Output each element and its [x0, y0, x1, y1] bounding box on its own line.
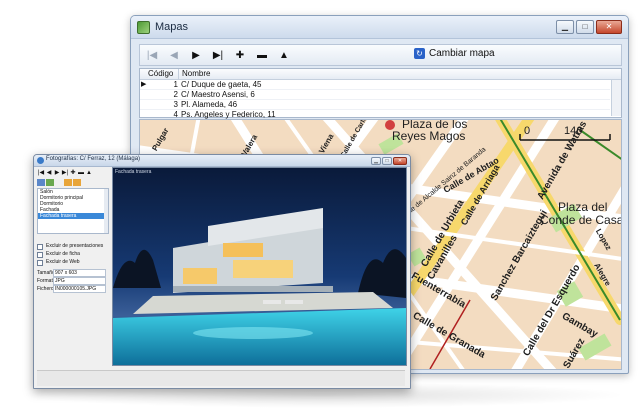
- delete-photo-button[interactable]: ▬: [77, 169, 85, 177]
- last-photo-button[interactable]: ▶|: [61, 169, 69, 177]
- maps-window-title: Mapas: [155, 21, 189, 33]
- column-codigo[interactable]: Código: [148, 69, 178, 79]
- close-button[interactable]: ✕: [596, 20, 622, 34]
- last-record-button[interactable]: ▶|: [208, 46, 228, 65]
- photos-window-title: Fotografías: C/ Ferraz, 12 (Málaga): [46, 156, 141, 162]
- first-photo-button[interactable]: |◀: [37, 169, 45, 177]
- cell-codigo: 2: [173, 90, 178, 99]
- table-row[interactable]: 2 C/ Maestro Asensi, 6: [140, 90, 610, 100]
- refresh-icon: ↻: [414, 48, 425, 59]
- next-photo-button[interactable]: ▶: [53, 169, 61, 177]
- field-value[interactable]: JPG: [53, 277, 106, 285]
- addresses-grid: Código Nombre ▶ 1 C/ Duque de gaeta, 45 …: [139, 68, 622, 120]
- room-list-scrollbar[interactable]: [104, 189, 108, 233]
- paste-icon[interactable]: [55, 179, 63, 186]
- prev-record-button[interactable]: ◀: [164, 46, 184, 65]
- checkbox-box[interactable]: [37, 259, 43, 266]
- open-icon[interactable]: [37, 179, 45, 186]
- next-record-button[interactable]: ▶: [186, 46, 206, 65]
- house-photo[interactable]: Fachada trasera: [112, 167, 407, 366]
- cell-codigo: 4: [173, 110, 178, 119]
- cell-codigo: 3: [173, 100, 178, 109]
- exclude-sheet-checkbox[interactable]: Excluir de ficha: [37, 251, 110, 258]
- cell-codigo: 1: [173, 80, 178, 89]
- field-value[interactable]: IN000000105.JPG: [53, 285, 106, 293]
- move-up-button[interactable]: ▲: [85, 169, 93, 177]
- file-field: Fichero IN000000105.JPG: [37, 285, 110, 293]
- field-label: Formato: [37, 278, 56, 284]
- field-label: Tamaño: [37, 270, 55, 276]
- minimize-button[interactable]: ▁: [556, 20, 574, 34]
- column-nombre[interactable]: Nombre: [178, 69, 210, 79]
- checkbox-box[interactable]: [37, 243, 43, 250]
- photo-properties: Tamaño 907 x 603 Formato JPG Fichero IN0…: [37, 269, 110, 293]
- photo-details-panel: |◀ ◀ ▶ ▶| ✚ ▬ ▲ Salón Dormitorio princip…: [37, 169, 110, 369]
- map-label: Conde de Casal: [540, 213, 622, 227]
- change-map-label: Cambiar mapa: [429, 48, 495, 59]
- checkbox-label: Excluir de Web: [46, 259, 80, 265]
- cell-nombre: Ps. Angeles y Federico, 11: [181, 110, 276, 119]
- grid-header: Código Nombre: [140, 69, 621, 80]
- image-icon[interactable]: [46, 179, 54, 186]
- exclude-presentations-checkbox[interactable]: Excluir de presentaciones: [37, 243, 110, 250]
- size-field: Tamaño 907 x 603: [37, 269, 110, 277]
- checkbox-box[interactable]: [37, 251, 43, 258]
- field-label: Fichero: [37, 286, 54, 292]
- cell-nombre: Pl. Alameda, 46: [181, 100, 238, 109]
- table-row[interactable]: 3 Pl. Alameda, 46: [140, 100, 610, 110]
- close-button[interactable]: ✕: [393, 157, 407, 165]
- map-label: Reyes Magos: [392, 129, 466, 143]
- photos-titlebar[interactable]: Fotografías: C/ Ferraz, 12 (Málaga) ▁ □ …: [34, 155, 410, 167]
- photo-tools: [37, 179, 110, 187]
- checkbox-label: Excluir de presentaciones: [46, 243, 104, 249]
- exclude-web-checkbox[interactable]: Excluir de Web: [37, 259, 110, 266]
- maximize-button[interactable]: □: [382, 157, 392, 165]
- photos-window: Fotografías: C/ Ferraz, 12 (Málaga) ▁ □ …: [33, 154, 411, 389]
- photos-navigator: |◀ ◀ ▶ ▶| ✚ ▬ ▲: [37, 169, 110, 178]
- map-label: Plaza del: [558, 200, 608, 214]
- delete-record-button[interactable]: ▬: [252, 46, 272, 65]
- list-item-selected[interactable]: Fachada trasera: [38, 213, 108, 219]
- first-record-button[interactable]: |◀: [142, 46, 162, 65]
- maximize-button[interactable]: □: [576, 20, 594, 34]
- maps-navigator: |◀ ◀ ▶ ▶| ✚ ▬ ▲ ↻ Cambiar mapa: [139, 44, 622, 66]
- map-app-icon: [137, 21, 150, 34]
- change-map-button[interactable]: ↻ Cambiar mapa: [414, 48, 495, 59]
- folder-icon[interactable]: [64, 179, 72, 186]
- add-photo-button[interactable]: ✚: [69, 169, 77, 177]
- prev-photo-button[interactable]: ◀: [45, 169, 53, 177]
- maps-titlebar[interactable]: Mapas ▁ □ ✕: [131, 16, 628, 39]
- format-field: Formato JPG: [37, 277, 110, 285]
- house-photo-image: [113, 208, 406, 365]
- minimize-button[interactable]: ▁: [371, 157, 381, 165]
- checkbox-label: Excluir de ficha: [46, 251, 80, 257]
- cell-nombre: C/ Maestro Asensi, 6: [181, 90, 255, 99]
- current-row-indicator: ▶: [141, 81, 147, 88]
- room-list[interactable]: Salón Dormitorio principal Dormitorio Fa…: [37, 188, 109, 234]
- add-record-button[interactable]: ✚: [230, 46, 250, 65]
- grid-scrollbar[interactable]: [611, 80, 621, 116]
- move-up-button[interactable]: ▲: [274, 46, 294, 65]
- status-bar: [37, 370, 405, 386]
- photo-caption: Fachada trasera: [115, 169, 152, 175]
- photos-app-icon: [37, 157, 44, 164]
- field-value[interactable]: 907 x 603: [53, 269, 106, 277]
- save-icon[interactable]: [73, 179, 81, 186]
- cell-nombre: C/ Duque de gaeta, 45: [181, 80, 262, 89]
- map-scale-zero: 0: [524, 125, 531, 137]
- table-row[interactable]: ▶ 1 C/ Duque de gaeta, 45: [140, 80, 610, 90]
